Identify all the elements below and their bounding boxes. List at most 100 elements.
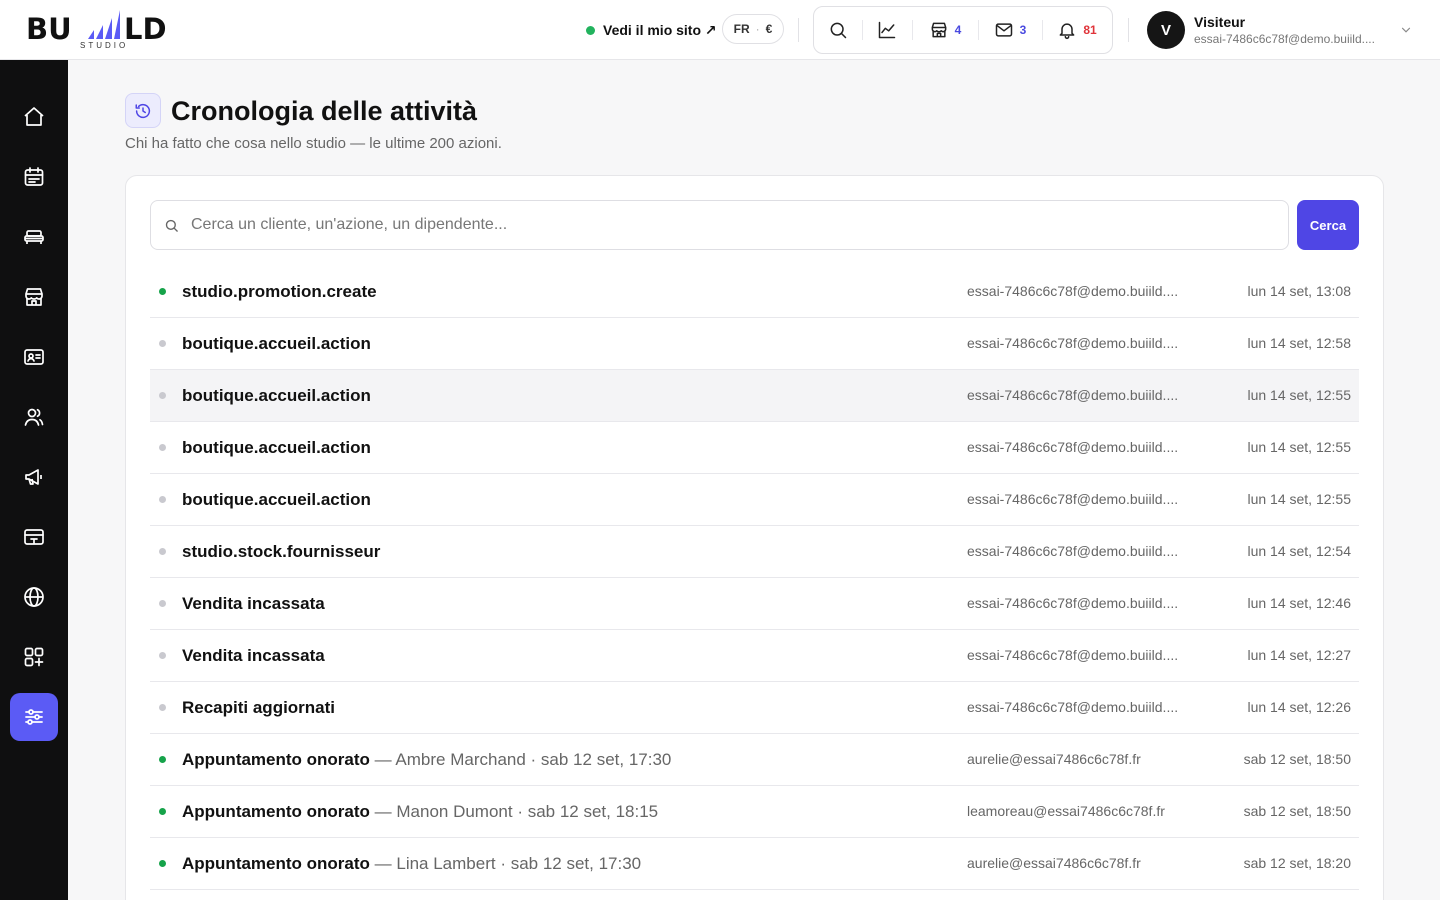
- store-button[interactable]: 4: [912, 6, 978, 54]
- store-badge: 4: [954, 23, 962, 37]
- activity-user: essai-7486c6c78f@demo.buiild....: [967, 595, 1179, 611]
- activity-row[interactable]: boutique.accueil.action essai-7486c6c78f@…: [150, 370, 1359, 422]
- activity-action: Vendita incassata: [182, 593, 325, 615]
- activity-timestamp: sab 12 set, 18:50: [1243, 803, 1351, 819]
- store-icon: [25, 288, 43, 306]
- history-icon: [135, 103, 151, 118]
- svg-text:BU: BU: [26, 12, 72, 46]
- svg-text:LD: LD: [124, 12, 167, 46]
- build-logo[interactable]: BU LD STUDIO: [26, 8, 186, 52]
- notifications-badge: 81: [1083, 23, 1097, 37]
- sidebar-item-apps[interactable]: [10, 633, 58, 681]
- activity-timestamp: lun 14 set, 12:55: [1247, 387, 1351, 403]
- activity-user: essai-7486c6c78f@demo.buiild....: [967, 647, 1179, 663]
- activity-row[interactable]: boutique.accueil.action essai-7486c6c78f@…: [150, 318, 1359, 370]
- activity-action: boutique.accueil.action: [182, 489, 371, 511]
- status-dot: [159, 392, 166, 399]
- search-button[interactable]: Cerca: [1297, 200, 1359, 250]
- sidebar-item-settings[interactable]: [10, 693, 58, 741]
- activity-row[interactable]: boutique.accueil.action essai-7486c6c78f@…: [150, 422, 1359, 474]
- activity-row[interactable]: Appuntamento onorato — Lina Lambert · sa…: [150, 838, 1359, 890]
- sidebar-item-home[interactable]: [10, 93, 58, 141]
- status-dot: [159, 860, 166, 867]
- page-subtitle: Chi ha fatto che cosa nello studio — le …: [125, 135, 502, 152]
- activity-row[interactable]: Appuntamento onorato — Manon Dumont · sa…: [150, 786, 1359, 838]
- activity-row[interactable]: boutique.accueil.action essai-7486c6c78f@…: [150, 474, 1359, 526]
- activity-action: Vendita incassata: [182, 645, 325, 667]
- activity-row[interactable]: studio.stock.fournisseur essai-7486c6c78f…: [150, 526, 1359, 578]
- messages-badge: 3: [1019, 23, 1027, 37]
- sidebar-item-store[interactable]: [10, 273, 58, 321]
- messages-button[interactable]: 3: [978, 6, 1042, 54]
- activity-user: aurelie@essai7486c6c78f.fr: [967, 751, 1141, 767]
- search-input[interactable]: [191, 216, 1281, 234]
- top-header: BU LD STUDIO Vedi il mio sito ↗ FR · € 4: [0, 0, 1440, 60]
- search-box: [150, 200, 1289, 250]
- status-dot: [159, 548, 166, 555]
- activity-action-label: Vendita incassata: [182, 646, 325, 665]
- activity-user: essai-7486c6c78f@demo.buiild....: [967, 439, 1179, 455]
- chevron-down-icon: [1401, 27, 1411, 33]
- activity-action: Appuntamento onorato — Manon Dumont · sa…: [182, 801, 658, 823]
- activity-action: Appuntamento onorato — Ambre Marchand · …: [182, 749, 671, 771]
- chart-line-icon: [878, 21, 896, 39]
- view-site-link[interactable]: Vedi il mio sito ↗: [586, 18, 717, 42]
- activity-action-label: Appuntamento onorato: [182, 750, 370, 769]
- activity-user: essai-7486c6c78f@demo.buiild....: [967, 543, 1179, 559]
- status-dot: [159, 496, 166, 503]
- activity-row[interactable]: Recapiti aggiornati essai-7486c6c78f@demo…: [150, 682, 1359, 734]
- search-button[interactable]: [814, 6, 862, 54]
- logo-subtitle: STUDIO: [80, 41, 129, 50]
- sidebar-item-team[interactable]: [10, 393, 58, 441]
- activity-timestamp: lun 14 set, 12:54: [1247, 543, 1351, 559]
- activity-user: aurelie@essai7486c6c78f.fr: [967, 855, 1141, 871]
- activity-user: essai-7486c6c78f@demo.buiild....: [967, 491, 1179, 507]
- activity-action: studio.stock.fournisseur: [182, 541, 380, 563]
- store-icon: [931, 22, 947, 38]
- activity-row[interactable]: studio.promotion.create essai-7486c6c78f@…: [150, 266, 1359, 318]
- search-icon: [830, 22, 847, 39]
- activity-action-label: Appuntamento onorato: [182, 802, 370, 821]
- activity-user: essai-7486c6c78f@demo.buiild....: [967, 387, 1179, 403]
- user-name: Visiteur: [1194, 13, 1246, 30]
- activity-detail: — Ambre Marchand · sab 12 set, 17:30: [369, 750, 672, 769]
- language-currency-switcher[interactable]: FR · €: [722, 14, 784, 44]
- view-site-label: Vedi il mio sito ↗: [603, 21, 717, 38]
- user-email: essai-7486c6c78f@demo.buiild....: [1194, 31, 1375, 46]
- notifications-button[interactable]: 81: [1042, 6, 1112, 54]
- home-icon: [24, 107, 44, 126]
- language-code: FR: [733, 22, 750, 36]
- activity-action: boutique.accueil.action: [182, 437, 371, 459]
- online-status-dot: [586, 25, 595, 35]
- activity-action-label: Recapiti aggiornati: [182, 698, 336, 717]
- sidebar-item-treatments[interactable]: [10, 213, 58, 261]
- analytics-button[interactable]: [862, 6, 912, 54]
- page-title: Cronologia delle attività: [171, 96, 478, 126]
- activity-timestamp: lun 14 set, 12:55: [1247, 439, 1351, 455]
- sidebar-item-checkout[interactable]: [10, 513, 58, 561]
- activity-action-label: boutique.accueil.action: [182, 334, 371, 353]
- sidebar-item-marketing[interactable]: [10, 453, 58, 501]
- register-icon: [24, 529, 44, 545]
- activity-list: studio.promotion.create essai-7486c6c78f@…: [150, 266, 1359, 890]
- sidebar-item-clients[interactable]: [10, 333, 58, 381]
- activity-row[interactable]: Vendita incassata essai-7486c6c78f@demo.b…: [150, 578, 1359, 630]
- divider: [798, 18, 799, 42]
- activity-row[interactable]: Appuntamento onorato — Ambre Marchand · …: [150, 734, 1359, 786]
- activity-timestamp: lun 14 set, 12:46: [1247, 595, 1351, 611]
- activity-row[interactable]: Vendita incassata essai-7486c6c78f@demo.b…: [150, 630, 1359, 682]
- activity-timestamp: lun 14 set, 12:26: [1247, 699, 1351, 715]
- user-menu[interactable]: V Visiteur essai-7486c6c78f@demo.buiild.…: [1147, 11, 1417, 49]
- activity-user: essai-7486c6c78f@demo.buiild....: [967, 283, 1179, 299]
- activity-action-label: Vendita incassata: [182, 594, 325, 613]
- status-dot: [159, 340, 166, 347]
- header-toolbar: 4 3 81: [813, 6, 1113, 54]
- sidebar-item-calendar[interactable]: [10, 153, 58, 201]
- activity-timestamp: lun 14 set, 12:27: [1247, 647, 1351, 663]
- currency-symbol: €: [765, 22, 773, 36]
- status-dot: [159, 808, 166, 815]
- activity-timestamp: sab 12 set, 18:50: [1243, 751, 1351, 767]
- activity-action-label: boutique.accueil.action: [182, 386, 371, 405]
- sidebar-item-website[interactable]: [10, 573, 58, 621]
- activity-card: Cerca studio.promotion.create essai-7486c…: [125, 175, 1384, 900]
